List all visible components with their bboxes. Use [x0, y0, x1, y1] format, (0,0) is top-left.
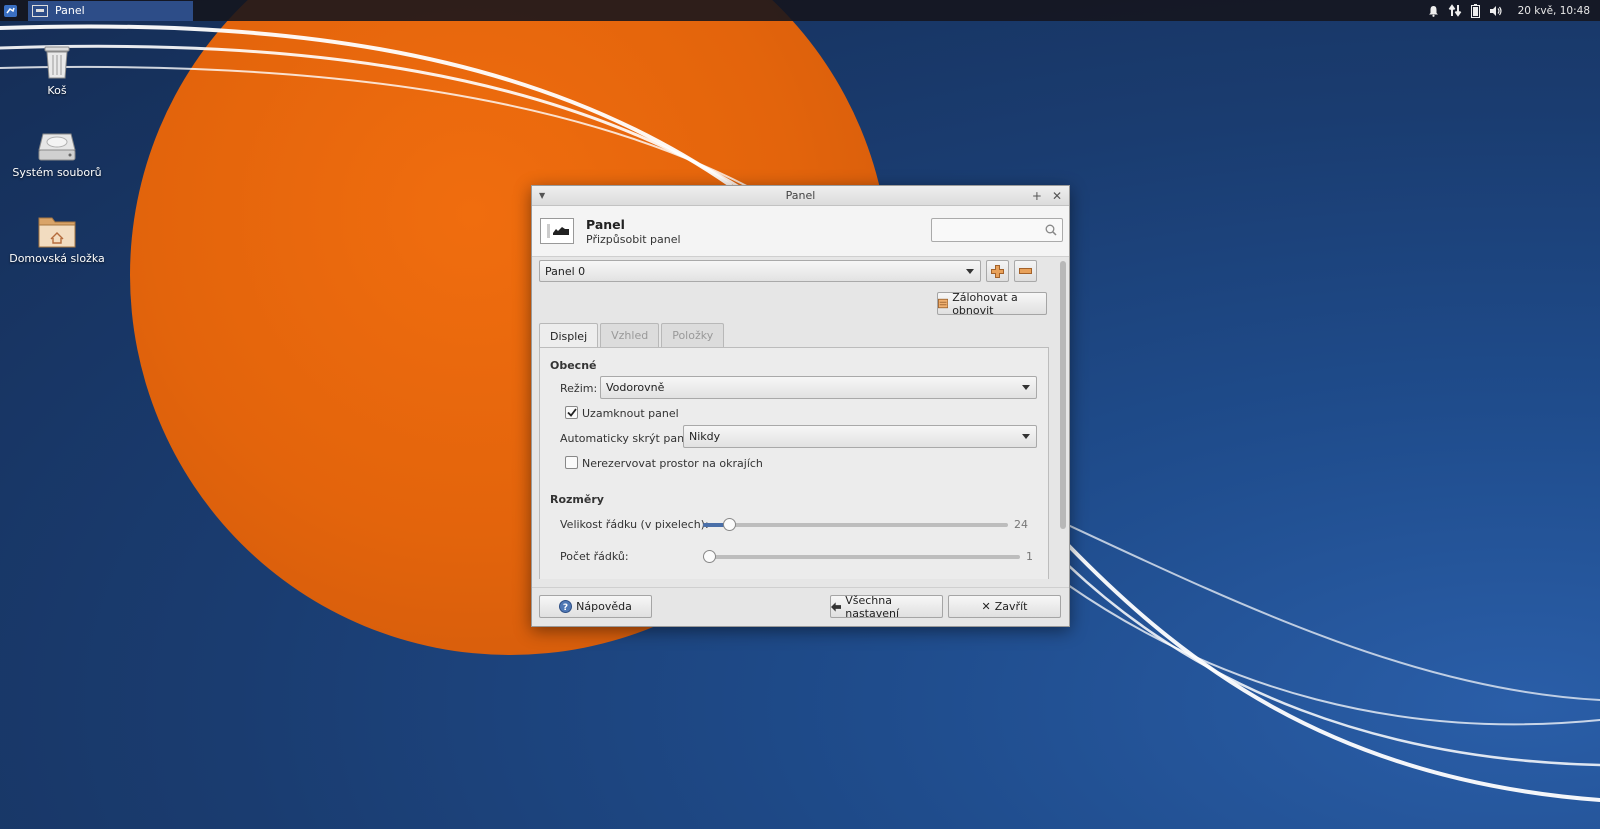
row-size-slider-handle[interactable]	[723, 518, 736, 531]
clock[interactable]: 20 kvě, 10:48	[1518, 5, 1590, 17]
maximize-icon[interactable]: +	[1032, 189, 1042, 203]
no-reserve-space-label[interactable]: Nerezervovat prostor na okrajích	[582, 457, 763, 470]
chevron-down-icon	[966, 268, 974, 274]
general-section-title: Obecné	[550, 359, 597, 372]
tab-items[interactable]: Položky	[661, 323, 725, 347]
desktop-icon-label: Domovská složka	[9, 252, 105, 265]
desktop-icon-filesystem[interactable]: Systém souborů	[7, 130, 107, 180]
system-tray: 20 kvě, 10:48	[1428, 3, 1600, 18]
minus-icon	[1019, 268, 1032, 274]
help-button[interactable]: ? Nápověda	[539, 595, 652, 618]
tab-display[interactable]: Displej	[539, 323, 599, 348]
tab-appearance[interactable]: Vzhled	[600, 323, 660, 347]
content-scrollbar[interactable]	[1059, 259, 1067, 577]
lock-panel-checkbox[interactable]	[565, 406, 578, 419]
panel-select[interactable]: Panel 0	[539, 260, 981, 282]
autohide-select-value: Nikdy	[689, 430, 721, 443]
all-settings-button[interactable]: Všechna nastavení	[830, 593, 943, 620]
dialog-header: Panel Přizpůsobit panel	[532, 206, 1069, 257]
drive-icon	[38, 133, 76, 161]
desktop-icon-trash[interactable]: Koš	[7, 44, 107, 98]
close-button[interactable]: ✕ Zavřít	[948, 595, 1061, 618]
window-titlebar[interactable]: ▼ Panel + ✕	[532, 186, 1069, 206]
chevron-down-icon	[1022, 385, 1030, 390]
mode-select[interactable]: Vodorovně	[600, 376, 1037, 399]
close-icon[interactable]: ✕	[1052, 189, 1062, 203]
network-icon[interactable]	[1448, 4, 1462, 17]
display-tab-page: Obecné Režim: Vodorovně Uzamknout panel …	[539, 347, 1049, 579]
panel-select-value: Panel 0	[545, 264, 586, 278]
lock-panel-label[interactable]: Uzamknout panel	[582, 407, 679, 420]
svg-text:?: ?	[563, 603, 568, 613]
xfce-mouse-icon	[3, 4, 17, 17]
checkmark-icon	[566, 408, 577, 417]
row-size-slider[interactable]	[703, 518, 1008, 531]
backup-restore-button[interactable]: Zálohovat a obnovit	[937, 290, 1047, 317]
panel-settings-icon	[540, 218, 574, 244]
row-count-value: 1	[1026, 550, 1033, 563]
all-settings-label: Všechna nastavení	[845, 593, 900, 620]
mode-select-value: Vodorovně	[606, 381, 665, 394]
mode-label: Režim:	[560, 382, 598, 395]
no-reserve-space-checkbox[interactable]	[565, 456, 578, 469]
scrollbar-thumb[interactable]	[1060, 261, 1066, 529]
help-icon: ?	[559, 600, 573, 613]
window-title: Panel	[785, 189, 816, 202]
dialog-content: Panel 0 Zálohovat a obnovit Displej Vzhl…	[532, 257, 1054, 579]
row-size-value: 24	[1014, 518, 1028, 531]
dialog-footer: ? Nápověda Všechna nastavení ✕ Zavřít	[532, 587, 1069, 626]
plus-icon	[991, 264, 1004, 278]
panel-preferences-window: ▼ Panel + ✕ Panel Přizpůsobit panel Pane…	[531, 185, 1070, 627]
header-title: Panel	[586, 216, 625, 232]
tab-bar: Displej Vzhled Položky	[539, 323, 725, 348]
desktop-icon-label: Koš	[47, 84, 67, 97]
close-x-icon: ✕	[981, 600, 991, 613]
autohide-select[interactable]: Nikdy	[683, 425, 1037, 448]
remove-panel-button[interactable]	[1014, 260, 1037, 282]
backup-icon	[938, 298, 949, 309]
row-count-label: Počet řádků:	[560, 550, 629, 563]
row-size-label: Velikost řádku (v pixelech):	[560, 518, 709, 531]
volume-icon[interactable]	[1489, 5, 1503, 17]
home-folder-icon	[38, 217, 76, 248]
autohide-label: Automaticky skrýt panel:	[560, 432, 698, 445]
row-count-slider[interactable]	[703, 550, 1020, 563]
row-count-slider-handle[interactable]	[703, 550, 716, 563]
dimensions-section-title: Rozměry	[550, 493, 604, 506]
close-label: Zavřít	[994, 600, 1028, 613]
chevron-down-icon	[1022, 434, 1030, 439]
backup-restore-label: Zálohovat a obnovit	[952, 290, 1018, 317]
desktop-icon-home[interactable]: Domovská složka	[7, 214, 107, 266]
panel-app-icon	[32, 4, 48, 17]
arrow-left-icon	[831, 601, 842, 612]
add-panel-button[interactable]	[986, 260, 1009, 282]
battery-icon[interactable]	[1470, 3, 1480, 18]
top-panel: Panel 20 kvě, 10:48	[0, 0, 1600, 21]
trash-icon	[44, 46, 70, 79]
search-icon	[1045, 224, 1057, 236]
search-input[interactable]	[931, 218, 1063, 242]
taskbar-window-label: Panel	[55, 4, 85, 17]
bell-icon[interactable]	[1428, 5, 1439, 17]
applications-menu-button[interactable]	[0, 0, 20, 21]
header-subtitle: Přizpůsobit panel	[586, 232, 681, 246]
desktop-icon-label: Systém souborů	[12, 166, 102, 179]
help-label: Nápověda	[576, 600, 632, 613]
taskbar-window-button[interactable]: Panel	[28, 0, 193, 21]
